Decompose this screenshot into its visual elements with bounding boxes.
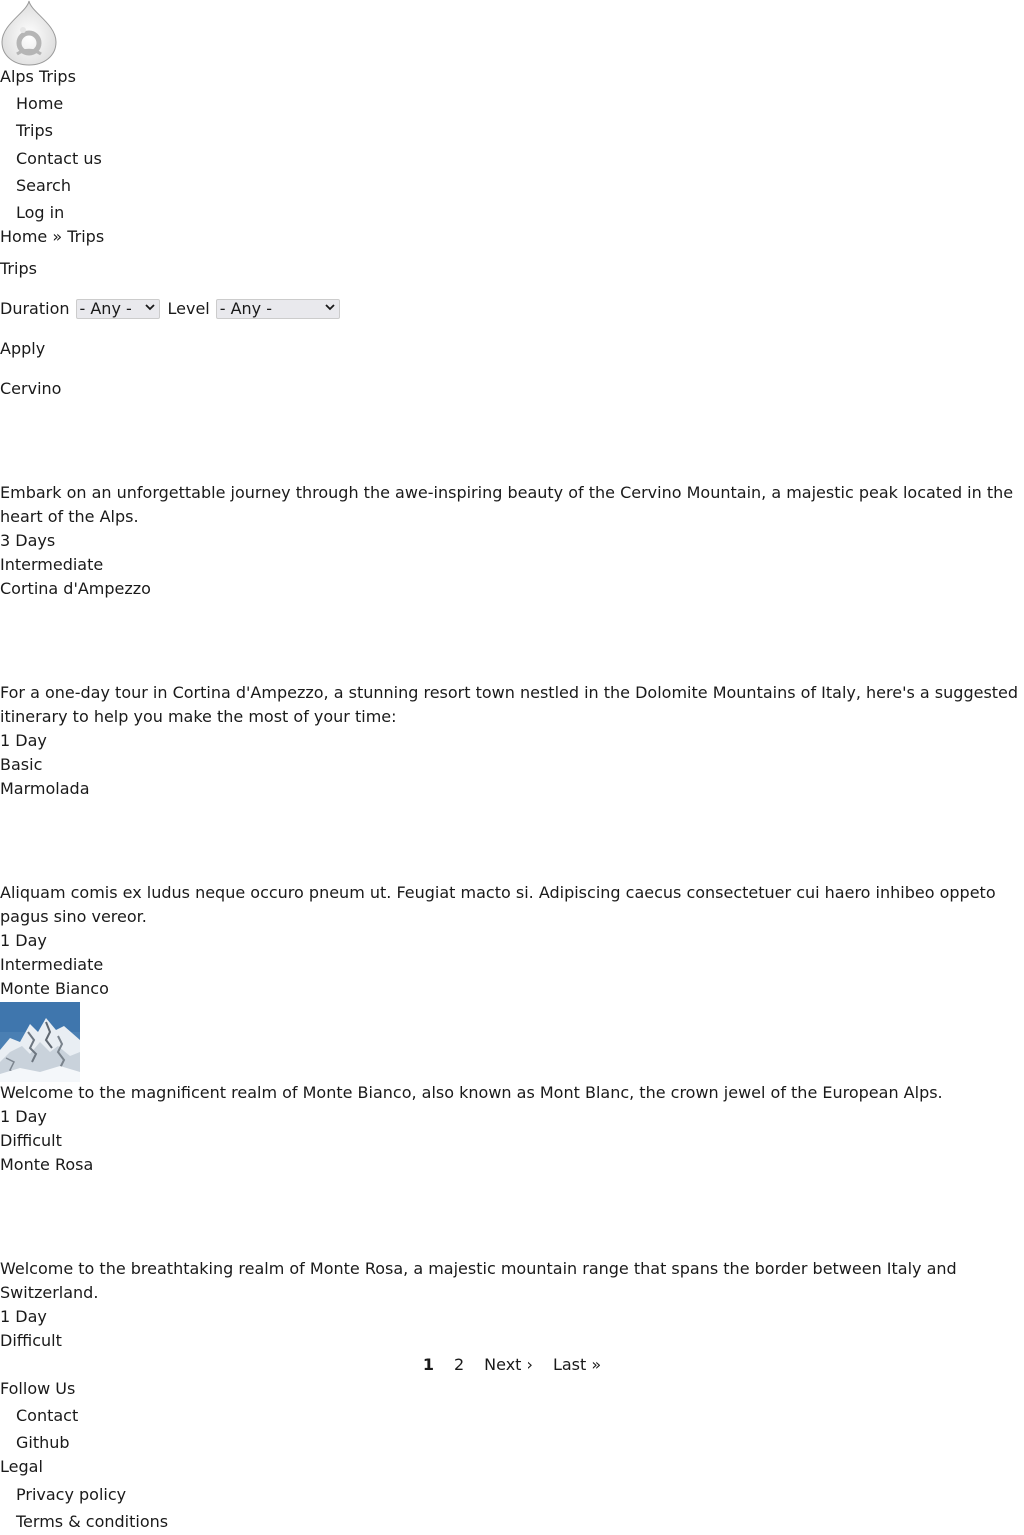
site-name[interactable]: Alps Trips [0,65,76,89]
trip-title-cervino[interactable]: Cervino [0,377,61,401]
breadcrumb-home-link[interactable]: Home [0,227,47,246]
level-label: Level [167,299,210,318]
footer-link-github[interactable]: Github [16,1431,70,1455]
chevron-down-icon [144,300,155,318]
pager: 1 2 Next › Last » [0,1353,1024,1377]
breadcrumb-separator: » [52,227,63,246]
trip-description: Welcome to the magnificent realm of Mont… [0,1083,943,1102]
trip-level: Intermediate [0,955,104,974]
duration-select[interactable]: - Any - [75,299,160,319]
trip-description: Embark on an unforgettable journey throu… [0,483,1014,526]
trip-title-monte-bianco[interactable]: Monte Bianco [0,977,109,1001]
footer-link-contact[interactable]: Contact [16,1404,78,1428]
nav-item-contact-us[interactable]: Contact us [16,147,102,171]
trip-level: Difficult [0,1131,62,1150]
nav-item-search[interactable]: Search [16,174,71,198]
footer-legal-heading: Legal [0,1457,43,1476]
footer-link-terms[interactable]: Terms & conditions [16,1510,168,1534]
duration-label: Duration [0,299,70,318]
chevron-down-icon [325,300,335,318]
breadcrumb-current: Trips [67,227,105,246]
trip-filter-form: Duration - Any - Level - Any - [0,297,340,321]
trip-duration: 1 Day [0,1107,47,1126]
trip-title-marmolada[interactable]: Marmolada [0,777,90,801]
trip-level: Basic [0,755,43,774]
nav-item-home[interactable]: Home [16,92,63,116]
trip-duration: 3 Days [0,531,56,550]
trip-description: Aliquam comis ex ludus neque occuro pneu… [0,883,996,926]
site-logo[interactable] [0,0,58,66]
trip-thumbnail-monte-bianco[interactable] [0,1002,80,1082]
trip-level: Difficult [0,1331,62,1350]
trip-description: Welcome to the breathtaking realm of Mon… [0,1259,957,1302]
pager-current-page: 1 [422,1355,434,1374]
pager-page-2[interactable]: 2 [454,1353,464,1377]
duration-select-value: - Any - [79,299,132,318]
trip-description: For a one-day tour in Cortina d'Ampezzo,… [0,683,1019,726]
trip-duration: 1 Day [0,731,47,750]
pager-last[interactable]: Last » [553,1353,601,1377]
apply-button[interactable]: Apply [0,337,45,361]
nav-item-trips[interactable]: Trips [16,119,53,143]
footer-follow-heading: Follow Us [0,1379,76,1398]
trip-duration: 1 Day [0,1307,47,1326]
level-select[interactable]: - Any - [215,299,340,319]
level-select-value: - Any - [219,299,273,318]
pager-next[interactable]: Next › [484,1353,533,1377]
page-title: Trips [0,259,37,278]
footer-link-privacy-policy[interactable]: Privacy policy [16,1483,126,1507]
nav-item-log-in[interactable]: Log in [16,201,64,225]
trip-title-monte-rosa[interactable]: Monte Rosa [0,1153,93,1177]
trip-level: Intermediate [0,555,104,574]
trip-title-cortina[interactable]: Cortina d'Ampezzo [0,577,151,601]
trip-duration: 1 Day [0,931,47,950]
breadcrumb: Home » Trips [0,225,104,249]
